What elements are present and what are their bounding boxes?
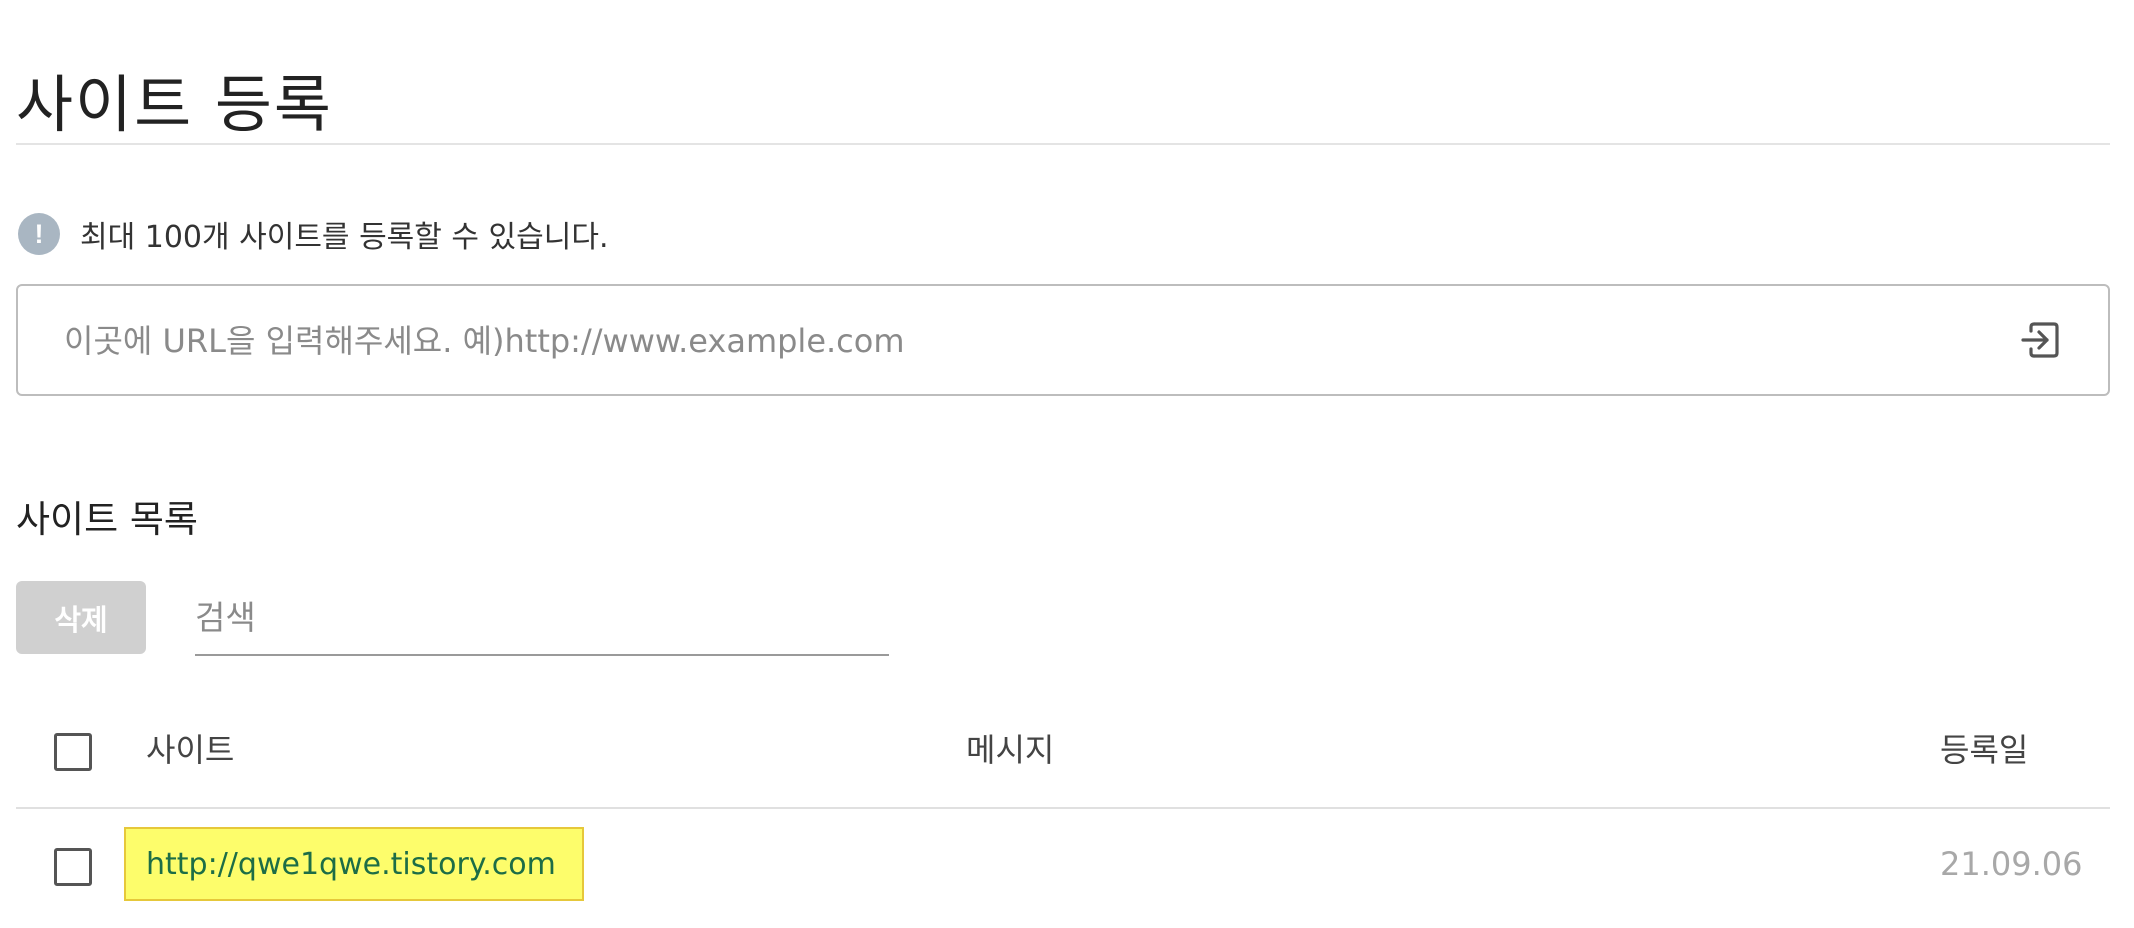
column-header-date: 등록일 bbox=[1940, 731, 2029, 769]
site-link[interactable]: http://qwe1qwe.tistory.com bbox=[124, 827, 584, 901]
delete-button[interactable]: 삭제 bbox=[16, 581, 146, 654]
enter-arrow-icon bbox=[2021, 322, 2059, 358]
search-field bbox=[195, 588, 889, 656]
title-divider bbox=[16, 143, 2110, 145]
column-header-message: 메시지 bbox=[966, 731, 1055, 769]
notice: ! 최대 100개 사이트를 등록할 수 있습니다. bbox=[18, 212, 608, 256]
row-checkbox[interactable] bbox=[54, 848, 92, 886]
notice-text: 최대 100개 사이트를 등록할 수 있습니다. bbox=[80, 220, 609, 255]
url-input[interactable] bbox=[64, 314, 1964, 368]
row-date: 21.09.06 bbox=[1940, 845, 2083, 883]
search-input[interactable] bbox=[195, 588, 889, 646]
site-list-title: 사이트 목록 bbox=[16, 498, 198, 541]
column-header-site: 사이트 bbox=[146, 731, 235, 769]
page-title: 사이트 등록 bbox=[16, 67, 333, 141]
url-input-box bbox=[16, 284, 2110, 396]
table-header-divider bbox=[16, 807, 2110, 809]
select-all-checkbox[interactable] bbox=[54, 733, 92, 771]
url-submit-button[interactable] bbox=[2018, 318, 2062, 362]
exclamation-icon: ! bbox=[18, 213, 60, 255]
